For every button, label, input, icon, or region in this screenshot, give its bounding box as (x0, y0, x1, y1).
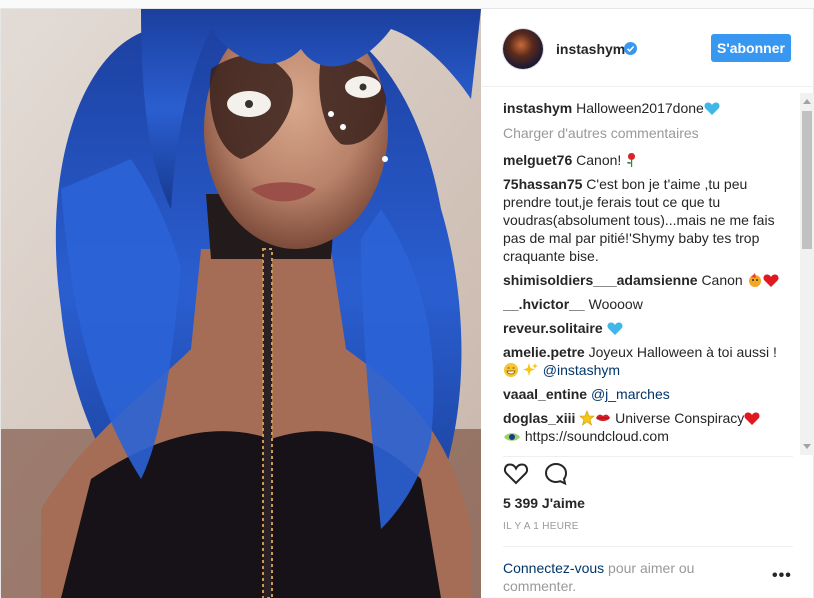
comment-username[interactable]: melguet76 (503, 152, 572, 168)
divider (503, 546, 793, 547)
comment-link[interactable]: https://soundcloud.com (525, 428, 669, 444)
blue-heart-icon (704, 102, 720, 115)
login-prompt: Connectez-vous pour aimer ou commenter. (503, 559, 723, 595)
list-item: amelie.petre Joyeux Halloween à toi auss… (503, 343, 793, 379)
comment-username[interactable]: amelie.petre (503, 344, 585, 360)
comment-text: Canon (701, 272, 747, 288)
comment-username[interactable]: 75hassan75 (503, 176, 582, 192)
verified-badge-icon (624, 42, 637, 55)
comment-text: Universe Conspiracy (615, 410, 745, 426)
comments-list: instashym Halloween2017done Charger d'au… (503, 99, 793, 456)
blue-heart-icon (606, 322, 623, 335)
lips-icon (596, 414, 611, 421)
comment-text: Halloween2017done (576, 100, 704, 116)
comment-username[interactable]: __.hvictor__ (503, 296, 585, 312)
list-item: shimisoldiers___adamsienne Canon (503, 271, 793, 289)
rose-icon (627, 153, 636, 167)
list-item: doglas_xiii Universe Conspiracy https://… (503, 409, 793, 445)
list-item: vaaal_entine @j_marches (503, 385, 793, 403)
login-link[interactable]: Connectez-vous (503, 560, 604, 576)
post-timestamp[interactable]: IL Y A 1 HEURE (503, 521, 579, 532)
caption: instashym Halloween2017done (503, 99, 793, 117)
comment-icon[interactable] (543, 461, 569, 487)
comment-username[interactable]: vaaal_entine (503, 386, 587, 402)
comment-mention[interactable]: @instashym (543, 362, 620, 378)
comment-username[interactable]: doglas_xiii (503, 410, 575, 426)
list-item: reveur.solitaire (503, 319, 793, 337)
post-sidebar: instashym S'abonner instashym Halloween2… (482, 9, 814, 598)
comment-text: Canon! (576, 152, 626, 168)
comment-username[interactable]: reveur.solitaire (503, 320, 603, 336)
comment-text: Woooow (588, 296, 643, 312)
load-more-comments[interactable]: Charger d'autres commentaires (503, 124, 793, 142)
halloween-photo-illustration (1, 9, 481, 598)
list-item: __.hvictor__ Woooow (503, 295, 793, 313)
header-username[interactable]: instashym (556, 41, 625, 57)
grin-icon (504, 363, 518, 377)
fire-face-icon (748, 273, 761, 287)
likes-count[interactable]: 5 399 J'aime (503, 495, 585, 511)
post-photo[interactable] (1, 9, 481, 598)
more-options-icon[interactable]: ••• (772, 567, 792, 585)
post-card: instashym S'abonner instashym Halloween2… (0, 8, 814, 598)
red-heart-icon (763, 274, 779, 287)
star-icon (579, 410, 596, 426)
comment-username[interactable]: shimisoldiers___adamsienne (503, 272, 698, 288)
eye-icon (504, 433, 520, 441)
list-item: melguet76 Canon! (503, 151, 793, 169)
scroll-thumb[interactable] (802, 111, 812, 249)
follow-button[interactable]: S'abonner (711, 34, 791, 62)
comment-mention[interactable]: @j_marches (591, 386, 670, 402)
comment-username[interactable]: instashym (503, 100, 572, 116)
divider (503, 456, 793, 457)
sparkles-icon (522, 363, 538, 376)
comments-scrollbar[interactable] (800, 93, 814, 455)
avatar[interactable] (503, 29, 543, 69)
heart-icon[interactable] (503, 461, 529, 487)
post-header: instashym S'abonner (482, 9, 814, 87)
red-heart-icon (744, 412, 760, 425)
list-item: 75hassan75 C'est bon je t'aime ,tu peu p… (503, 175, 793, 265)
scroll-down-icon[interactable] (803, 444, 811, 449)
comment-text: Joyeux Halloween à toi aussi ! (588, 344, 777, 360)
scroll-up-icon[interactable] (803, 99, 811, 104)
